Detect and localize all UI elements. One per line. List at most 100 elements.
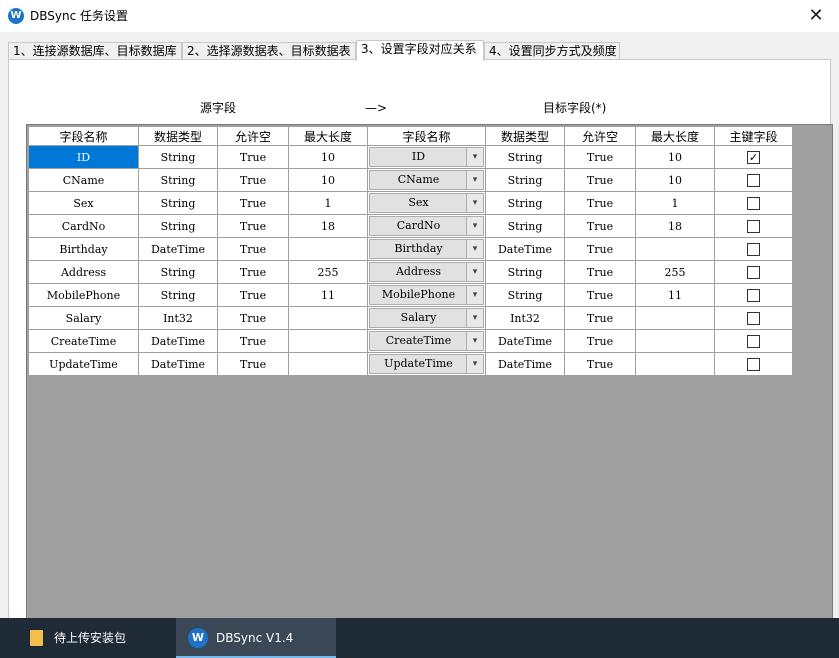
col-header-dst-type[interactable]: 数据类型 (485, 126, 565, 146)
source-data-type-cell[interactable]: DateTime (138, 329, 218, 353)
chevron-down-icon[interactable]: ▾ (466, 309, 483, 327)
source-nullable-cell[interactable]: True (217, 168, 289, 192)
target-data-type-cell: String (485, 168, 565, 192)
source-max-length-cell[interactable]: 1 (288, 191, 368, 215)
source-nullable-cell[interactable]: True (217, 214, 289, 238)
source-field-name-cell[interactable]: UpdateTime (28, 352, 139, 376)
source-data-type-cell[interactable]: String (138, 145, 218, 169)
primary-key-checkbox[interactable]: ✓ (747, 150, 760, 164)
source-max-length-cell[interactable] (288, 237, 368, 261)
target-data-type-cell: DateTime (485, 352, 565, 376)
chevron-down-icon[interactable]: ▾ (466, 171, 483, 189)
source-data-type-cell[interactable]: String (138, 283, 218, 307)
tab-field-mapping[interactable]: 3、设置字段对应关系 (356, 40, 484, 61)
source-max-length-cell[interactable] (288, 306, 368, 330)
source-field-name-cell[interactable]: CardNo (28, 214, 139, 238)
source-field-name-cell[interactable]: Address (28, 260, 139, 284)
table-row[interactable]: CardNo String True 18 CardNo ▾ String True 18 (28, 214, 793, 238)
table-row[interactable]: CreateTime DateTime True CreateTime ▾ DateTim… (28, 329, 793, 353)
source-max-length-cell[interactable]: 11 (288, 283, 368, 307)
table-row[interactable]: CName String True 10 CName ▾ String True 10 (28, 168, 793, 192)
source-max-length-cell[interactable]: 18 (288, 214, 368, 238)
source-max-length-cell[interactable]: 10 (288, 168, 368, 192)
source-field-name-cell[interactable]: MobilePhone (28, 283, 139, 307)
source-field-name-cell[interactable]: CName (28, 168, 139, 192)
primary-key-checkbox[interactable] (747, 242, 760, 256)
target-field-dropdown[interactable]: Sex ▾ (369, 193, 484, 213)
primary-key-checkbox[interactable] (747, 357, 760, 371)
source-nullable-cell[interactable]: True (217, 306, 289, 330)
col-header-primary-key[interactable]: 主键字段 (714, 126, 793, 146)
col-header-dst-name[interactable]: 字段名称 (367, 126, 486, 146)
source-field-name-cell[interactable]: Sex (28, 191, 139, 215)
source-nullable-cell[interactable]: True (217, 260, 289, 284)
table-row[interactable]: Birthday DateTime True Birthday ▾ DateTime Tru… (28, 237, 793, 261)
source-field-name-cell[interactable]: Birthday (28, 237, 139, 261)
source-field-name-cell[interactable]: CreateTime (28, 329, 139, 353)
mapping-table: 字段名称 数据类型 允许空 最大长度 字段名称 数据类型 允许空 最大长度 主键… (28, 126, 793, 376)
table-row[interactable]: Sex String True 1 Sex ▾ String True 1 (28, 191, 793, 215)
source-data-type-cell[interactable]: String (138, 191, 218, 215)
chevron-down-icon[interactable]: ▾ (466, 217, 483, 235)
source-max-length-cell[interactable]: 10 (288, 145, 368, 169)
primary-key-checkbox[interactable] (747, 311, 760, 325)
target-field-dropdown[interactable]: Birthday ▾ (369, 239, 484, 259)
taskbar-item-dbsync[interactable]: W DBSync V1.4 (176, 618, 336, 658)
source-data-type-cell[interactable]: String (138, 214, 218, 238)
primary-key-checkbox[interactable] (747, 288, 760, 302)
close-button[interactable]: ✕ (793, 0, 839, 32)
col-header-dst-null[interactable]: 允许空 (564, 126, 636, 146)
chevron-down-icon[interactable]: ▾ (466, 263, 483, 281)
table-row[interactable]: MobilePhone String True 11 MobilePhone ▾ Strin… (28, 283, 793, 307)
primary-key-checkbox[interactable] (747, 334, 760, 348)
chevron-down-icon[interactable]: ▾ (466, 355, 483, 373)
source-nullable-cell[interactable]: True (217, 352, 289, 376)
target-field-dropdown[interactable]: Address ▾ (369, 262, 484, 282)
source-max-length-cell[interactable] (288, 329, 368, 353)
chevron-down-icon[interactable]: ▾ (466, 148, 483, 166)
col-header-src-len[interactable]: 最大长度 (288, 126, 368, 146)
source-field-name-cell[interactable]: ID (28, 145, 139, 169)
source-field-name-cell[interactable]: Salary (28, 306, 139, 330)
source-max-length-cell[interactable]: 255 (288, 260, 368, 284)
table-row[interactable]: Address String True 255 Address ▾ String True 25… (28, 260, 793, 284)
taskbar-item-folder[interactable]: 待上传安装包 (0, 618, 176, 658)
table-row[interactable]: Salary Int32 True Salary ▾ Int32 True (28, 306, 793, 330)
chevron-down-icon[interactable]: ▾ (466, 286, 483, 304)
source-data-type-cell[interactable]: DateTime (138, 352, 218, 376)
source-data-type-cell[interactable]: String (138, 168, 218, 192)
table-row[interactable]: UpdateTime DateTime True UpdateTime ▾ DateTim… (28, 352, 793, 376)
source-nullable-cell[interactable]: True (217, 237, 289, 261)
primary-key-checkbox[interactable] (747, 219, 760, 233)
chevron-down-icon[interactable]: ▾ (466, 240, 483, 258)
target-field-dropdown[interactable]: CName ▾ (369, 170, 484, 190)
primary-key-checkbox[interactable] (747, 265, 760, 279)
primary-key-checkbox[interactable] (747, 173, 760, 187)
tab-sync-mode[interactable]: 4、设置同步方式及频度 (484, 42, 620, 60)
source-data-type-cell[interactable]: DateTime (138, 237, 218, 261)
target-max-length-cell (635, 237, 715, 261)
chevron-down-icon[interactable]: ▾ (466, 332, 483, 350)
source-data-type-cell[interactable]: String (138, 260, 218, 284)
table-row[interactable]: ID String True 10 ID ▾ String True 10 ✓ (28, 145, 793, 169)
source-data-type-cell[interactable]: Int32 (138, 306, 218, 330)
source-nullable-cell[interactable]: True (217, 329, 289, 353)
source-max-length-cell[interactable] (288, 352, 368, 376)
source-nullable-cell[interactable]: True (217, 283, 289, 307)
tab-select-tables[interactable]: 2、选择源数据表、目标数据表 (182, 42, 356, 60)
primary-key-checkbox[interactable] (747, 196, 760, 210)
target-field-dropdown[interactable]: CardNo ▾ (369, 216, 484, 236)
col-header-src-name[interactable]: 字段名称 (28, 126, 139, 146)
target-field-dropdown[interactable]: MobilePhone ▾ (369, 285, 484, 305)
col-header-src-null[interactable]: 允许空 (217, 126, 289, 146)
target-field-dropdown[interactable]: ID ▾ (369, 147, 484, 167)
source-nullable-cell[interactable]: True (217, 145, 289, 169)
target-field-dropdown[interactable]: Salary ▾ (369, 308, 484, 328)
chevron-down-icon[interactable]: ▾ (466, 194, 483, 212)
target-field-dropdown[interactable]: UpdateTime ▾ (369, 354, 484, 374)
col-header-dst-len[interactable]: 最大长度 (635, 126, 715, 146)
target-field-dropdown[interactable]: CreateTime ▾ (369, 331, 484, 351)
tab-connect-databases[interactable]: 1、连接源数据库、目标数据库 (8, 42, 182, 60)
col-header-src-type[interactable]: 数据类型 (138, 126, 218, 146)
source-nullable-cell[interactable]: True (217, 191, 289, 215)
